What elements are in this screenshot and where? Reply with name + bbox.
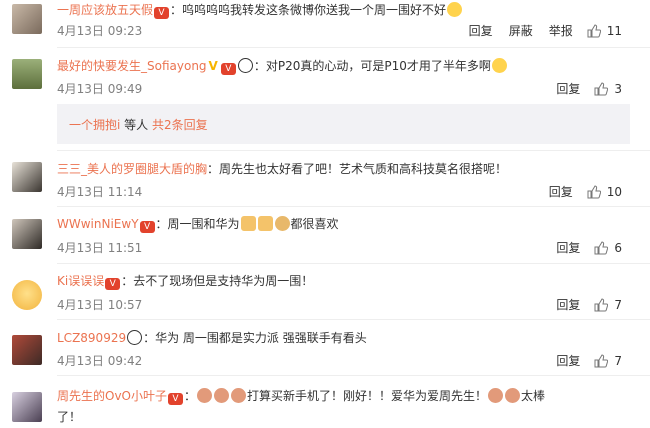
comment-username[interactable]: 周先生的OvO小叶子 [57,389,167,403]
reply-button[interactable]: 回复 [556,297,580,313]
reply-button[interactable]: 回复 [556,240,580,256]
thumbs-up-emoji-icon [257,216,273,231]
vip-badge-icon: V [105,278,121,290]
comment-username[interactable]: LCZ890929 [57,331,126,345]
thumb-up-icon [587,185,601,199]
sub-replies-link[interactable]: 一个拥抱i 等人 共2条回复 [69,116,208,133]
comment-text-2: 都很喜欢 [290,217,339,231]
comment-text-4: 了！ [57,410,82,424]
comment-date: 4月13日 11:51 [57,241,143,255]
reply-button[interactable]: 回复 [469,23,493,39]
comment-text: ：去不了现场但是支持华为周一围！ [121,274,314,288]
report-button[interactable]: 举报 [549,23,573,39]
sub-reply-middle: 等人 [120,118,152,132]
divider [57,375,650,376]
comment-text: ：华为 周一围都是实力派 强强联手有看头 [143,331,367,345]
like-button[interactable]: 10 [587,184,622,200]
comment-text-2: 打算买新手机了！刚好！！爱华为爱周先生！ [247,389,488,403]
divider [57,47,650,48]
like-count: 7 [614,298,622,312]
comment-username[interactable]: WWwinNiEwY [57,217,139,231]
divider [57,263,650,264]
avatar[interactable] [12,162,42,192]
like-button[interactable]: 3 [594,81,622,97]
vip-badge-icon: V [220,63,236,75]
comment-username[interactable]: 三三_美人的罗圈腿大盾的胸 [57,162,207,176]
comment-username[interactable]: 最好的快要发生_Sofiayong [57,59,207,73]
thumb-up-icon [594,241,609,255]
cake-emoji-icon [274,216,290,231]
like-count: 6 [614,241,622,255]
thumbs-up-emoji-icon [240,216,256,231]
comment-item: 三三_美人的罗圈腿大盾的胸：周先生也太好看了吧！艺术气质和高科技莫名很搭呢！ 4… [0,155,650,205]
thumb-up-icon [587,24,601,38]
comment-date: 4月13日 09:49 [57,82,143,96]
like-button[interactable]: 7 [594,353,622,369]
comment-username[interactable]: Ki误误误 [57,274,104,288]
block-button[interactable]: 屏蔽 [509,23,533,39]
emoji-icon [505,388,521,403]
like-count: 3 [614,82,622,96]
sub-reply-count[interactable]: 共2条回复 [152,118,208,132]
comment-username[interactable]: 一周应该放五天假 [57,3,153,17]
like-button[interactable]: 11 [587,23,622,39]
panda-emoji-icon [237,58,253,73]
avatar[interactable] [12,392,42,422]
comment-item: WWwinNiEwY V ：周一围和华为 都很喜欢 4月13日 11:51 回复 6 [0,210,650,262]
divider [57,319,650,320]
reply-button[interactable]: 回复 [549,184,573,200]
grin-emoji-icon [491,58,507,73]
comment-text: ：呜呜呜呜我转发这条微博你送我一个周一围好不好 [170,3,447,17]
thumb-up-icon [594,354,609,368]
emoji-icon [488,388,504,403]
like-count: 7 [614,354,622,368]
like-button[interactable]: 6 [594,240,622,256]
emoji-icon [197,388,213,403]
comment-text: ：周先生也太好看了吧！艺术气质和高科技莫名很搭呢！ [207,162,508,176]
verified-v-icon: V [208,59,218,73]
thumb-up-icon [594,82,609,96]
comment-date: 4月13日 09:42 [57,354,143,368]
emoji-icon [214,388,230,403]
sub-reply-user[interactable]: 一个拥抱i [69,118,120,132]
vip-badge-icon: V [168,393,183,405]
avatar[interactable] [12,219,42,249]
crying-emoji-icon [447,2,463,17]
comment-date: 4月13日 11:14 [57,185,143,199]
avatar[interactable] [12,4,42,34]
comment-date: 4月13日 10:57 [57,298,143,312]
reply-button[interactable]: 回复 [556,353,580,369]
panda-emoji-icon [127,330,143,345]
emoji-icon [231,388,247,403]
avatar[interactable] [12,335,42,365]
comment-date: 4月13日 09:23 [57,24,143,38]
comment-item: Ki误误误 V ：去不了现场但是支持华为周一围！ 4月13日 10:57 回复 7 [0,268,650,318]
divider [57,150,650,151]
comment-text-3: 太棒 [521,389,546,403]
comment-list: 一周应该放五天假 V ：呜呜呜呜我转发这条微博你送我一个周一围好不好 4月13日 0… [0,0,650,428]
vip-badge-icon: V [154,7,170,19]
vip-badge-icon: V [139,221,155,233]
divider [57,206,650,207]
comment-text: ：对P20真的心动，可是P10才用了半年多啊 [253,59,491,73]
avatar[interactable] [12,280,42,310]
like-count: 10 [606,185,622,199]
comment-item: 一周应该放五天假 V ：呜呜呜呜我转发这条微博你送我一个周一围好不好 4月13日 0… [0,0,650,46]
comment-text: ： [184,389,197,403]
avatar[interactable] [12,59,42,89]
comment-item: 周先生的OvO小叶子 V： 打算买新手机了！刚好！！爱华为爱周先生！ 太棒 了！ [0,380,650,428]
sub-replies-box: 一个拥抱i 等人 共2条回复 [57,104,630,144]
comment-text: ：周一围和华为 [155,217,240,231]
like-button[interactable]: 7 [594,297,622,313]
reply-button[interactable]: 回复 [556,81,580,97]
like-count: 11 [606,24,622,38]
comment-item: LCZ890929 ：华为 周一围都是实力派 强强联手有看头 4月13日 09:4… [0,325,650,375]
thumb-up-icon [594,298,609,312]
